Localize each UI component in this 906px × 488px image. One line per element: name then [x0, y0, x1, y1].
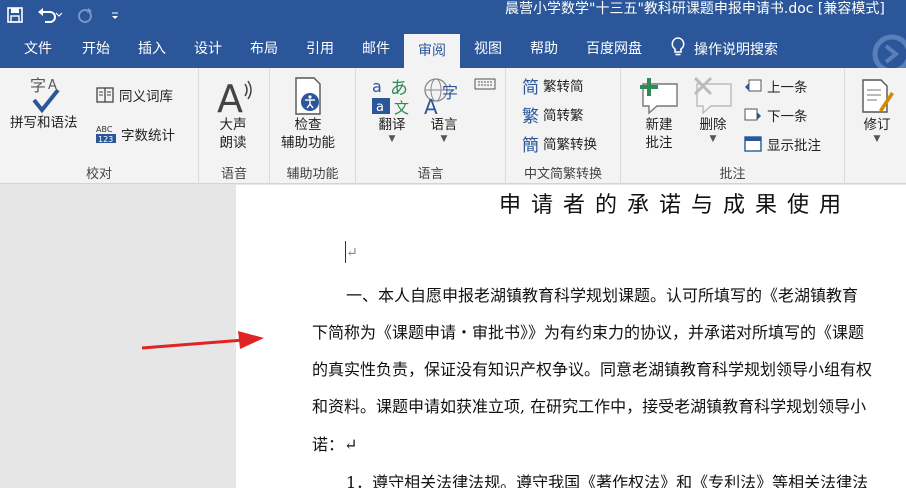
previous-comment-icon: [745, 79, 762, 92]
ribbon: 字 A 拼写和语法 同义词库 ABC 123 字数统计 校对 A 大声 朗读 语音: [0, 68, 906, 184]
quick-access-toolbar: [0, 0, 130, 30]
delete-comment-icon: [693, 76, 732, 115]
document-title: 晨营小学数学"十三五"教科研课题申报申请书.doc [兼容模式]: [505, 1, 885, 17]
read-aloud-icon: A: [217, 77, 252, 116]
new-comment-icon: [640, 78, 678, 115]
next-comment-button[interactable]: 下一条: [743, 103, 808, 127]
next-comment-icon: [744, 108, 761, 121]
tab-review[interactable]: 审阅: [404, 34, 460, 68]
word-count-icon: ABC123: [96, 125, 116, 144]
track-changes-dropdown-caret[interactable]: ▼: [874, 134, 881, 144]
check-accessibility-button[interactable]: 检查 辅助功能: [281, 76, 335, 152]
group-label-language: 语言: [417, 167, 444, 182]
read-aloud-button[interactable]: A 大声 朗读: [211, 76, 255, 152]
svg-text:a: a: [376, 100, 384, 115]
redo-icon[interactable]: [70, 0, 100, 30]
document-line: 下简称为《课题申请・审批书》》为有约束力的协议，并承诺对所填写的《课题: [312, 323, 865, 342]
track-changes-icon: [862, 79, 894, 113]
title-bar: 晨营小学数学"十三五"教科研课题申报申请书.doc [兼容模式]: [0, 0, 906, 30]
svg-text:字: 字: [30, 76, 46, 95]
track-changes-button[interactable]: 修订 ▼: [859, 76, 895, 144]
spelling-icon: 字 A: [30, 76, 60, 114]
tab-references[interactable]: 引用: [292, 32, 348, 66]
spelling-grammar-button[interactable]: 字 A 拼写和语法: [10, 74, 78, 132]
translate-icon: a あ a 文: [372, 77, 409, 116]
translate-dropdown-caret[interactable]: ▼: [389, 134, 396, 144]
accessibility-icon: [295, 77, 321, 115]
document-heading: 申请者的承诺与成果使用: [499, 193, 852, 218]
show-comments-icon: [744, 136, 762, 152]
simplified-to-traditional-icon: 繁: [522, 106, 539, 127]
group-accessibility: 检查 辅助功能 辅助功能: [270, 68, 356, 184]
group-chinese-conversion: 简 繁转简 繁 简转繁 簡 简繁转换 中文简繁转换: [506, 68, 621, 184]
word-count-button[interactable]: ABC 123 字数统计: [95, 122, 175, 146]
book-icon: [96, 87, 114, 103]
tab-file[interactable]: 文件: [0, 32, 68, 66]
document-line: 一、本人自愿申报老湖镇教育科学规划课题。认可所填写的《老湖镇教育: [346, 286, 859, 305]
group-label-proofing: 校对: [85, 167, 112, 182]
previous-comment-button[interactable]: 上一条: [743, 74, 808, 98]
delete-comment-button[interactable]: 删除 ▼: [691, 76, 735, 144]
document-line: 的真实性负责，保证没有知识产权争议。同意老湖镇教育科学规划领导小组有权: [312, 360, 873, 379]
save-icon[interactable]: [0, 0, 30, 30]
document-line: 和资料。课题申请如获准立项, 在研究工作中，接受老湖镇教育科学规划领导小: [312, 397, 867, 416]
traditional-to-simplified-button[interactable]: 简 繁转简: [522, 73, 584, 98]
group-tracking: 修订 ▼: [845, 68, 906, 184]
tab-mailings[interactable]: 邮件: [348, 32, 404, 66]
group-label-speech: 语音: [220, 167, 247, 182]
group-label-accessibility: 辅助功能: [286, 167, 339, 182]
group-speech: A 大声 朗读 语音: [199, 68, 270, 184]
group-label-comments: 批注: [719, 167, 746, 182]
chinese-conversion-icon: 簡: [522, 135, 539, 156]
tell-me-label: 操作说明搜索: [694, 42, 778, 58]
show-comments-button[interactable]: 显示批注: [743, 132, 821, 156]
paragraph-mark: ↵: [346, 245, 358, 261]
traditional-to-simplified-icon: 简: [522, 77, 539, 98]
delete-dropdown-caret[interactable]: ▼: [710, 134, 717, 144]
new-comment-button[interactable]: 新建 批注: [637, 76, 681, 152]
svg-text:文: 文: [394, 99, 409, 116]
undo-icon[interactable]: [30, 0, 70, 30]
language-button[interactable]: A 字 语言 ▼: [422, 76, 466, 144]
svg-text:123: 123: [98, 135, 113, 144]
group-comments: 新建 批注 删除 ▼ 上一条 下一条 显示批注 批注: [621, 68, 845, 184]
tab-design[interactable]: 设计: [180, 32, 236, 66]
group-label-chinese-conversion: 中文简繁转换: [523, 167, 602, 182]
group-language: a あ a 文 翻译 ▼ A 字 语言 ▼ 语言: [356, 68, 506, 184]
chinese-conversion-button[interactable]: 簡 简繁转换: [522, 131, 597, 156]
svg-text:あ: あ: [390, 78, 408, 99]
document-line: 诺：↵: [312, 435, 358, 454]
tab-view[interactable]: 视图: [460, 32, 516, 66]
svg-text:a: a: [372, 77, 382, 96]
svg-text:A: A: [217, 77, 243, 116]
language-icon: A 字: [424, 78, 458, 116]
keyboard-icon[interactable]: [474, 76, 496, 95]
tell-me-search[interactable]: 操作说明搜索: [656, 37, 778, 61]
red-arrow-annotation: [141, 331, 264, 350]
tab-help[interactable]: 帮助: [516, 32, 572, 66]
tab-layout[interactable]: 布局: [236, 32, 292, 66]
translate-button[interactable]: a あ a 文 翻译 ▼: [370, 76, 414, 144]
document-line: 1．遵守相关法律法规。遵守我国《著作权法》和《专利法》等相关法律法: [346, 473, 869, 488]
lightbulb-icon: [670, 37, 686, 61]
language-dropdown-caret[interactable]: ▼: [441, 134, 448, 144]
svg-text:A: A: [424, 95, 438, 116]
group-proofing: 字 A 拼写和语法 同义词库 ABC 123 字数统计 校对: [0, 68, 199, 184]
tab-home[interactable]: 开始: [68, 32, 124, 66]
ribbon-tab-bar: 文件 开始 插入 设计 布局 引用 邮件 审阅 视图 帮助 百度网盘 操作说明搜…: [0, 30, 906, 74]
svg-text:ABC: ABC: [96, 125, 113, 134]
document-page[interactable]: 申请者的承诺与成果使用 ↵ 一、本人自愿申报老湖镇教育科学规划课题。认可所填写的…: [236, 185, 906, 488]
thesaurus-button[interactable]: 同义词库: [95, 83, 173, 107]
tab-insert[interactable]: 插入: [124, 32, 180, 66]
svg-text:字: 字: [442, 83, 458, 102]
simplified-to-traditional-button[interactable]: 繁 简转繁: [522, 102, 584, 127]
tab-baidu-netdisk[interactable]: 百度网盘: [572, 32, 656, 66]
customize-qat-icon[interactable]: [100, 0, 130, 30]
